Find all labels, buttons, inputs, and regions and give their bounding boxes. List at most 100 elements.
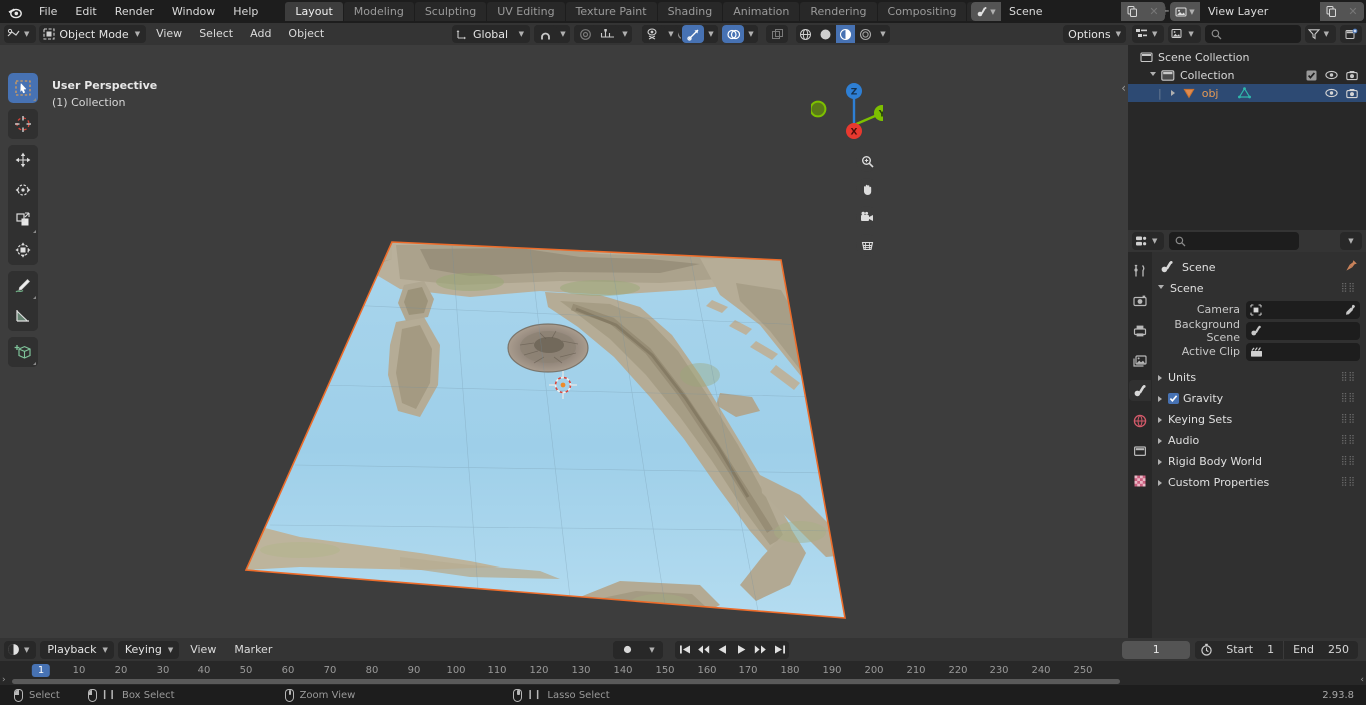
- menu-file[interactable]: File: [30, 0, 66, 23]
- panel-header-units[interactable]: Units ⣿⣿: [1152, 367, 1366, 388]
- options-button[interactable]: Options ▼: [1063, 25, 1126, 43]
- scale-tool[interactable]: [8, 205, 38, 235]
- scene-icon[interactable]: ▼: [971, 2, 1001, 21]
- gravity-checkbox[interactable]: [1168, 393, 1179, 404]
- current-frame-field[interactable]: 1: [1122, 640, 1191, 659]
- remove-viewlayer-button[interactable]: ✕: [1342, 2, 1364, 21]
- collection-checkbox[interactable]: [1306, 70, 1317, 81]
- workspace-tab-animation[interactable]: Animation: [723, 2, 800, 21]
- shading-wireframe-icon[interactable]: [796, 25, 815, 43]
- editor-type-icon[interactable]: ▼: [4, 25, 37, 43]
- viewlayer-name-field[interactable]: View Layer: [1200, 2, 1320, 21]
- new-viewlayer-button[interactable]: [1320, 2, 1342, 21]
- properties-tab-texture[interactable]: [1129, 470, 1151, 491]
- keying-menu[interactable]: Keying ▼: [117, 640, 180, 659]
- viewport-menu-select[interactable]: Select: [192, 25, 240, 43]
- menu-render[interactable]: Render: [106, 0, 163, 23]
- transform-tool[interactable]: [8, 235, 38, 265]
- panel-gravity-disclosure-triangle-icon[interactable]: [1158, 395, 1162, 402]
- tweak-select-tool[interactable]: [8, 73, 38, 103]
- outliner-search-input[interactable]: [1204, 25, 1301, 43]
- end-frame-field[interactable]: End 250: [1283, 640, 1358, 659]
- properties-editor-icon[interactable]: ▼: [1132, 232, 1165, 250]
- menu-edit[interactable]: Edit: [66, 0, 105, 23]
- timeline-menu-view[interactable]: View: [183, 641, 223, 659]
- jump-start-icon[interactable]: [675, 640, 694, 659]
- ortho-persp-icon[interactable]: [856, 234, 878, 256]
- workspace-tab-rendering[interactable]: Rendering: [800, 2, 877, 21]
- jump-end-icon[interactable]: [770, 640, 789, 659]
- properties-options-chevron-icon[interactable]: ▼: [1340, 232, 1362, 250]
- add-cube-tool[interactable]: [8, 337, 38, 367]
- record-keyframes-icon[interactable]: [613, 640, 641, 659]
- viewport-menu-view[interactable]: View: [149, 25, 189, 43]
- 3d-viewport[interactable]: User Perspective (1) Collection Z Y X ‹: [0, 45, 1128, 638]
- filter-id-icon[interactable]: ▼: [1168, 25, 1201, 43]
- prev-keyframe-icon[interactable]: [694, 640, 713, 659]
- menu-window[interactable]: Window: [163, 0, 224, 23]
- workspace-tab-uv-editing[interactable]: UV Editing: [487, 2, 565, 21]
- properties-tab-world[interactable]: [1129, 410, 1151, 431]
- workspace-tab-texture-paint[interactable]: Texture Paint: [565, 2, 657, 21]
- panel-header-keying-sets[interactable]: Keying Sets ⣿⣿: [1152, 409, 1366, 430]
- camera-view-icon[interactable]: [856, 206, 878, 228]
- map-plane-object[interactable]: [0, 45, 1128, 638]
- outliner-row-scene-collection[interactable]: Scene Collection: [1128, 48, 1366, 66]
- overlays-icon[interactable]: [722, 25, 744, 43]
- workspace-tab-compositing[interactable]: Compositing: [877, 2, 967, 21]
- panel-header-audio[interactable]: Audio ⣿⣿: [1152, 430, 1366, 451]
- camera-field[interactable]: [1246, 300, 1360, 319]
- collection-camera-icon[interactable]: [1346, 70, 1358, 81]
- panel-header-gravity[interactable]: Gravity ⣿⣿: [1152, 388, 1366, 409]
- panel-header-rigid-body-world[interactable]: Rigid Body World ⣿⣿: [1152, 451, 1366, 472]
- visibility-chevron-icon[interactable]: ▼: [664, 25, 678, 43]
- record-chevron-icon[interactable]: ▼: [641, 640, 663, 659]
- pan-hand-icon[interactable]: [856, 178, 878, 200]
- scene-name-field[interactable]: Scene: [1001, 2, 1121, 21]
- background-scene-field[interactable]: [1246, 321, 1360, 340]
- move-tool[interactable]: [8, 145, 38, 175]
- start-frame-field[interactable]: Start 1: [1217, 641, 1283, 659]
- panel-units-disclosure-triangle-icon[interactable]: [1158, 374, 1162, 381]
- outliner-display-mode-icon[interactable]: ▼: [1132, 25, 1165, 43]
- next-keyframe-icon[interactable]: [751, 640, 770, 659]
- playback-menu[interactable]: Playback ▼: [40, 640, 114, 659]
- unlink-scene-button[interactable]: ✕: [1143, 2, 1165, 21]
- shading-solid-icon[interactable]: [816, 25, 835, 43]
- measure-tool[interactable]: [8, 301, 38, 331]
- eyedropper-icon[interactable]: [1344, 304, 1356, 316]
- obj-camera-icon[interactable]: [1346, 88, 1358, 99]
- timeline-menu-marker[interactable]: Marker: [227, 641, 279, 659]
- panel-header-custom-properties[interactable]: Custom Properties ⣿⣿: [1152, 472, 1366, 493]
- timeline-playhead[interactable]: 1: [31, 664, 51, 677]
- menu-help[interactable]: Help: [224, 0, 267, 23]
- annotate-tool[interactable]: [8, 271, 38, 301]
- panel-header-scene[interactable]: Scene ⣿⣿: [1152, 278, 1366, 299]
- new-collection-icon[interactable]: [1340, 25, 1362, 43]
- obj-disclosure-triangle-icon[interactable]: [1170, 90, 1175, 96]
- properties-tab-scene[interactable]: [1129, 380, 1151, 401]
- viewport-menu-add[interactable]: Add: [243, 25, 278, 43]
- overlays-chevron-icon[interactable]: ▼: [744, 25, 758, 43]
- pin-icon[interactable]: [1345, 259, 1358, 275]
- timeline-editor-icon[interactable]: ▼: [4, 640, 37, 659]
- transform-orientation-selector[interactable]: Global ▼: [452, 25, 530, 43]
- scene-selector[interactable]: ▼ Scene ✕: [971, 2, 1165, 21]
- new-scene-button[interactable]: [1121, 2, 1143, 21]
- timeline-scale[interactable]: 1 10 20 30 40 50 60 70 80 90 100 110 120…: [0, 661, 1366, 685]
- active-clip-field[interactable]: [1246, 342, 1360, 361]
- play-icon[interactable]: [732, 640, 751, 659]
- proportional-falloff-chevron-icon[interactable]: ▼: [618, 25, 632, 43]
- interaction-mode-selector[interactable]: Object Mode ▼: [39, 25, 147, 43]
- play-reverse-icon[interactable]: [713, 640, 732, 659]
- properties-tab-tool[interactable]: [1129, 260, 1151, 281]
- zoom-icon[interactable]: [856, 150, 878, 172]
- workspace-tab-layout[interactable]: Layout: [285, 2, 343, 21]
- gizmo-icon[interactable]: [682, 25, 704, 43]
- shading-material-preview-icon[interactable]: [836, 25, 855, 43]
- properties-search-input[interactable]: [1169, 232, 1300, 250]
- shading-rendered-icon[interactable]: [856, 25, 875, 43]
- panel-rigid-body-world-disclosure-triangle-icon[interactable]: [1158, 458, 1162, 465]
- properties-tab-object[interactable]: [1129, 440, 1151, 461]
- workspace-tab-shading[interactable]: Shading: [657, 2, 723, 21]
